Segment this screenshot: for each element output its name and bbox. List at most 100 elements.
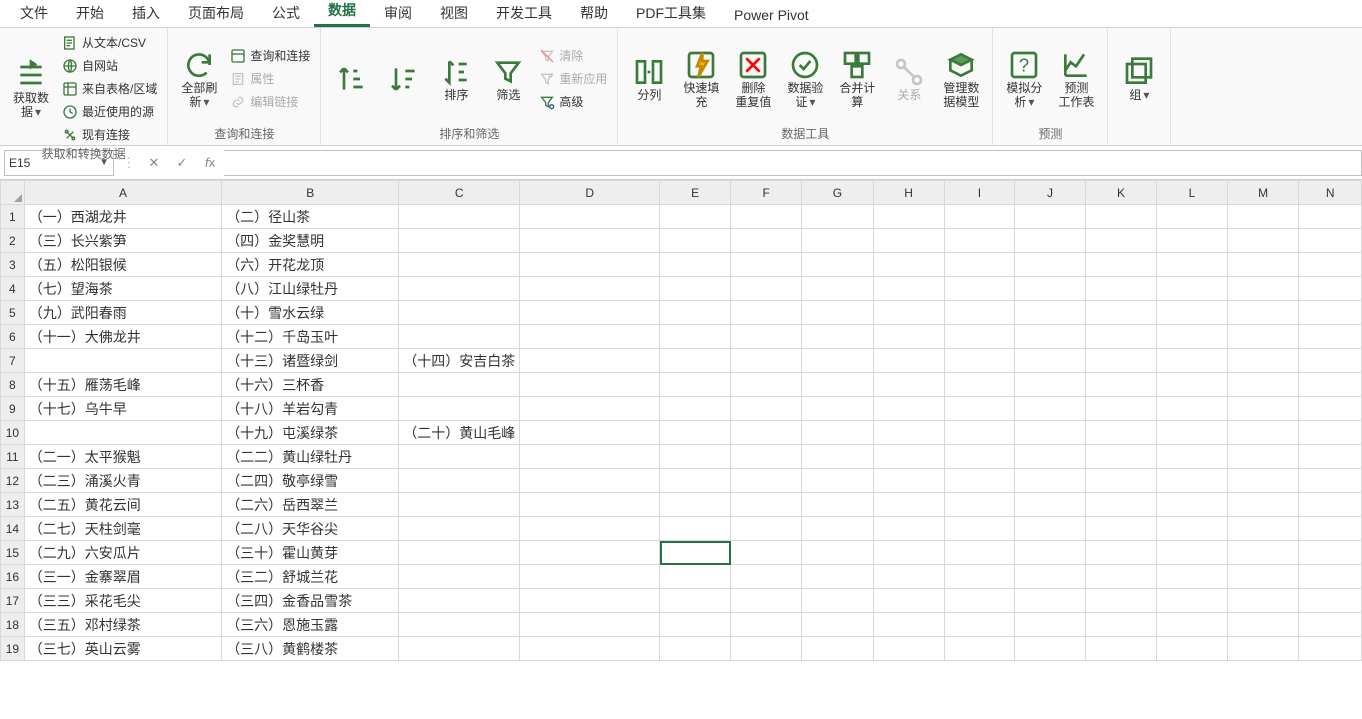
cell[interactable]: （五）松阳银候	[24, 253, 221, 277]
cell[interactable]	[1227, 541, 1298, 565]
cell[interactable]	[1157, 421, 1228, 445]
cell[interactable]	[1299, 445, 1362, 469]
cell[interactable]	[1227, 205, 1298, 229]
cell[interactable]	[660, 325, 731, 349]
row-header[interactable]: 12	[1, 469, 25, 493]
cell[interactable]	[873, 589, 944, 613]
cell[interactable]	[944, 421, 1014, 445]
row-header[interactable]: 10	[1, 421, 25, 445]
cell[interactable]	[1157, 613, 1228, 637]
cell[interactable]	[731, 589, 802, 613]
cell[interactable]	[802, 349, 873, 373]
cell[interactable]	[1227, 517, 1298, 541]
get-data-button[interactable]: 获取数据▾	[8, 59, 54, 119]
cell[interactable]: （三）长兴紫笋	[24, 229, 221, 253]
cell[interactable]	[1299, 277, 1362, 301]
cell[interactable]: （十九）屯溪绿茶	[222, 421, 399, 445]
cell[interactable]	[660, 469, 731, 493]
cell[interactable]: （二四）敬亭绿雪	[222, 469, 399, 493]
cell[interactable]	[731, 277, 802, 301]
cell[interactable]	[399, 445, 520, 469]
cell[interactable]	[1085, 637, 1156, 661]
cell[interactable]	[944, 229, 1014, 253]
cell[interactable]	[944, 589, 1014, 613]
cell[interactable]	[1157, 469, 1228, 493]
fx-button[interactable]: fx	[196, 155, 224, 170]
cell[interactable]	[873, 277, 944, 301]
cell[interactable]: （一）西湖龙井	[24, 205, 221, 229]
cell[interactable]	[399, 229, 520, 253]
cell[interactable]	[399, 493, 520, 517]
cell[interactable]	[1299, 541, 1362, 565]
cell[interactable]	[1015, 325, 1086, 349]
cell[interactable]	[944, 517, 1014, 541]
cell[interactable]	[660, 277, 731, 301]
conn-button[interactable]: 现有连接	[60, 124, 159, 145]
consolidate-button[interactable]: 合并计算	[834, 49, 880, 109]
cell[interactable]	[802, 541, 873, 565]
menu-item-数据[interactable]: 数据	[314, 0, 370, 27]
cell[interactable]	[660, 589, 731, 613]
cell[interactable]	[1085, 277, 1156, 301]
cell[interactable]	[1227, 493, 1298, 517]
cell[interactable]	[520, 445, 660, 469]
row-header[interactable]: 8	[1, 373, 25, 397]
cell[interactable]	[399, 565, 520, 589]
cell[interactable]	[1227, 565, 1298, 589]
cell[interactable]: （二九）六安瓜片	[24, 541, 221, 565]
cell[interactable]	[802, 253, 873, 277]
cell[interactable]	[1227, 229, 1298, 253]
cell[interactable]	[944, 541, 1014, 565]
cell[interactable]	[399, 541, 520, 565]
column-header[interactable]: J	[1015, 181, 1086, 205]
cell[interactable]	[520, 421, 660, 445]
column-header[interactable]: N	[1299, 181, 1362, 205]
cell[interactable]	[1299, 421, 1362, 445]
spreadsheet[interactable]: ABCDEFGHIJKLMN1（一）西湖龙井（二）径山茶2（三）长兴紫笋（四）金…	[0, 180, 1362, 661]
column-header[interactable]: C	[399, 181, 520, 205]
menu-item-文件[interactable]: 文件	[6, 0, 62, 27]
cell[interactable]	[873, 613, 944, 637]
cell[interactable]	[660, 541, 731, 565]
cell[interactable]	[802, 469, 873, 493]
cell[interactable]	[731, 301, 802, 325]
cell[interactable]	[1015, 373, 1086, 397]
cell[interactable]	[1015, 469, 1086, 493]
cell[interactable]	[520, 373, 660, 397]
cell[interactable]	[1157, 397, 1228, 421]
cell[interactable]	[1299, 565, 1362, 589]
cell[interactable]: （二一）太平猴魁	[24, 445, 221, 469]
cell[interactable]	[1085, 565, 1156, 589]
cell[interactable]	[1299, 373, 1362, 397]
cell[interactable]	[1085, 613, 1156, 637]
cell[interactable]	[944, 445, 1014, 469]
cell[interactable]	[731, 613, 802, 637]
column-header[interactable]: K	[1085, 181, 1156, 205]
cell[interactable]	[731, 493, 802, 517]
cell[interactable]	[731, 469, 802, 493]
cell[interactable]	[1227, 373, 1298, 397]
accept-formula-button[interactable]: ✓	[168, 155, 196, 171]
row-header[interactable]: 18	[1, 613, 25, 637]
cell[interactable]	[731, 541, 802, 565]
cell[interactable]: （三六）恩施玉露	[222, 613, 399, 637]
cell[interactable]: （三一）金寨翠眉	[24, 565, 221, 589]
cell[interactable]	[731, 517, 802, 541]
cell[interactable]: （三十）霍山黄芽	[222, 541, 399, 565]
cell[interactable]	[1015, 517, 1086, 541]
cell[interactable]	[1157, 493, 1228, 517]
row-header[interactable]: 11	[1, 445, 25, 469]
cell[interactable]	[944, 277, 1014, 301]
cell[interactable]	[1299, 493, 1362, 517]
cell[interactable]	[802, 637, 873, 661]
row-header[interactable]: 16	[1, 565, 25, 589]
cell[interactable]	[944, 493, 1014, 517]
cell[interactable]	[1085, 445, 1156, 469]
row-header[interactable]: 2	[1, 229, 25, 253]
cell[interactable]	[399, 517, 520, 541]
cell[interactable]	[1015, 397, 1086, 421]
cell[interactable]	[1299, 469, 1362, 493]
column-header[interactable]: M	[1227, 181, 1298, 205]
adv-filter-button[interactable]: 高级	[537, 91, 609, 112]
cell[interactable]	[1157, 301, 1228, 325]
